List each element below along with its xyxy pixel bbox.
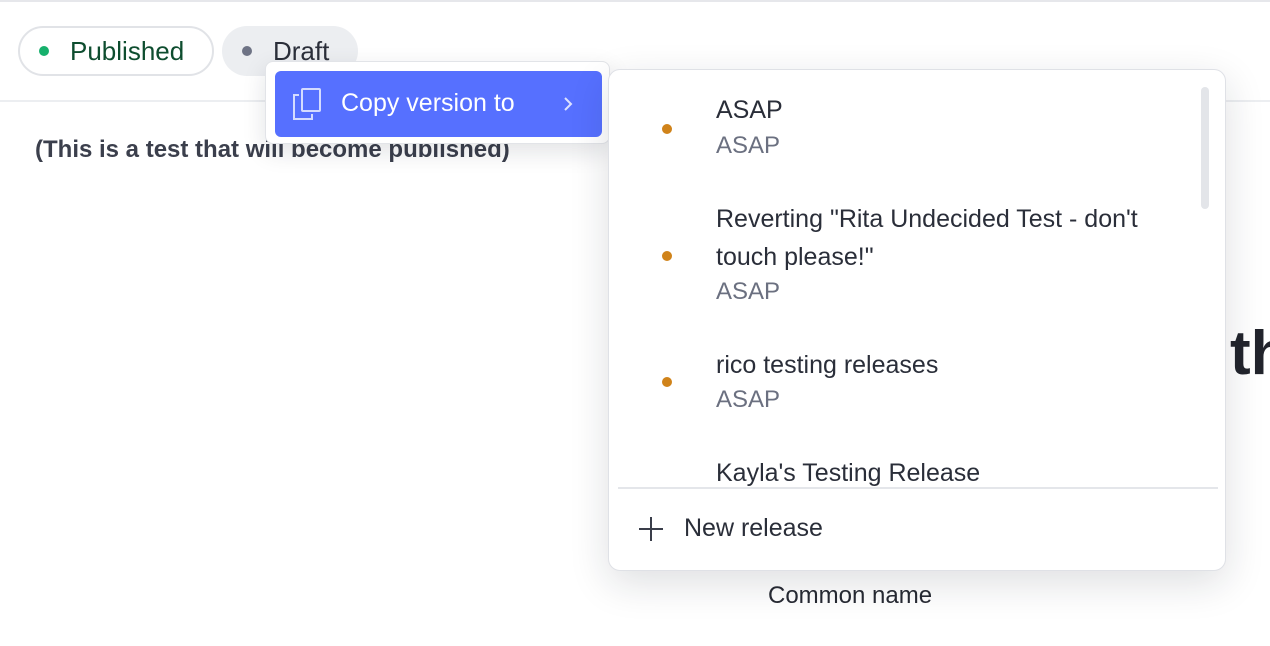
- release-title: ASAP: [716, 96, 783, 124]
- release-title: Reverting "Rita Undecided Test - don't t…: [716, 205, 1138, 271]
- document-heading: th: [1230, 319, 1270, 388]
- release-item[interactable]: Reverting "Rita Undecided Test - don't t…: [609, 190, 1199, 320]
- new-release-button[interactable]: New release: [609, 489, 1225, 570]
- field-label-common-name: Common name: [768, 582, 933, 609]
- submenu-scrollbar[interactable]: [1201, 87, 1209, 209]
- top-border: [0, 0, 1270, 2]
- new-release-label: New release: [684, 514, 823, 542]
- tab-published[interactable]: Published: [18, 26, 214, 76]
- release-status-dot: [662, 124, 672, 134]
- release-title: rico testing releases: [716, 351, 939, 379]
- tab-published-label: Published: [70, 35, 185, 66]
- copy-icon: [293, 88, 321, 120]
- draft-status-dot: [242, 46, 252, 56]
- version-context-menu: Copy version to: [265, 61, 610, 144]
- release-title: Kayla's Testing Release: [716, 459, 981, 487]
- chevron-right-icon: [564, 97, 573, 111]
- plus-icon: [639, 517, 663, 541]
- release-subtitle: ASAP: [716, 278, 781, 305]
- release-subtitle: ASAP: [716, 386, 781, 413]
- published-status-dot: [39, 46, 49, 56]
- release-item[interactable]: Kayla's Testing Release: [609, 446, 1199, 487]
- copy-version-to-menu-item[interactable]: Copy version to: [275, 71, 602, 137]
- release-list: ASAP ASAP Reverting "Rita Undecided Test…: [609, 70, 1225, 487]
- release-subtitle: ASAP: [716, 132, 781, 159]
- copy-version-to-label: Copy version to: [341, 89, 515, 117]
- release-status-dot: [662, 377, 672, 387]
- release-status-dot: [662, 251, 672, 261]
- release-submenu: ASAP ASAP Reverting "Rita Undecided Test…: [608, 69, 1226, 571]
- release-item[interactable]: ASAP ASAP: [609, 80, 1199, 180]
- release-item[interactable]: rico testing releases ASAP: [609, 336, 1199, 436]
